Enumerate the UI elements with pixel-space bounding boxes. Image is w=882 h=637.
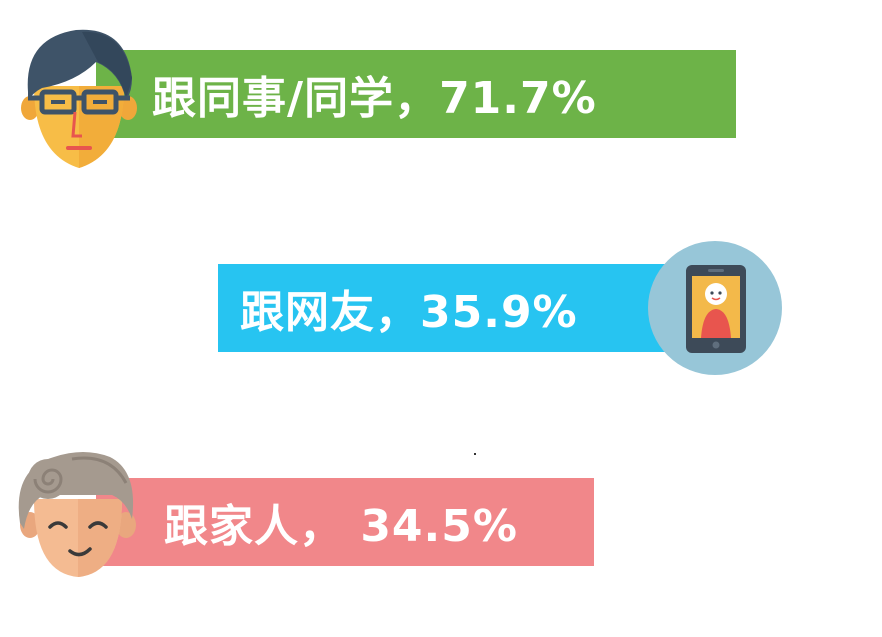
bar-label-family: 跟家人， 34.5% xyxy=(164,501,518,552)
bar-coworkers: 跟同事/同学，71.7% xyxy=(96,50,736,138)
elderly-family-member-icon xyxy=(18,452,136,577)
bar-label-online-friends: 跟网友，35.9% xyxy=(240,287,578,338)
bar-online-friends: 跟网友，35.9% xyxy=(218,264,678,352)
stray-dot xyxy=(474,453,476,455)
coworker-face-with-glasses-icon xyxy=(21,29,137,168)
bar-family: 跟家人， 34.5% xyxy=(96,478,594,566)
smartphone-contact-icon xyxy=(648,241,782,375)
bar-label-coworkers: 跟同事/同学，71.7% xyxy=(152,73,597,124)
